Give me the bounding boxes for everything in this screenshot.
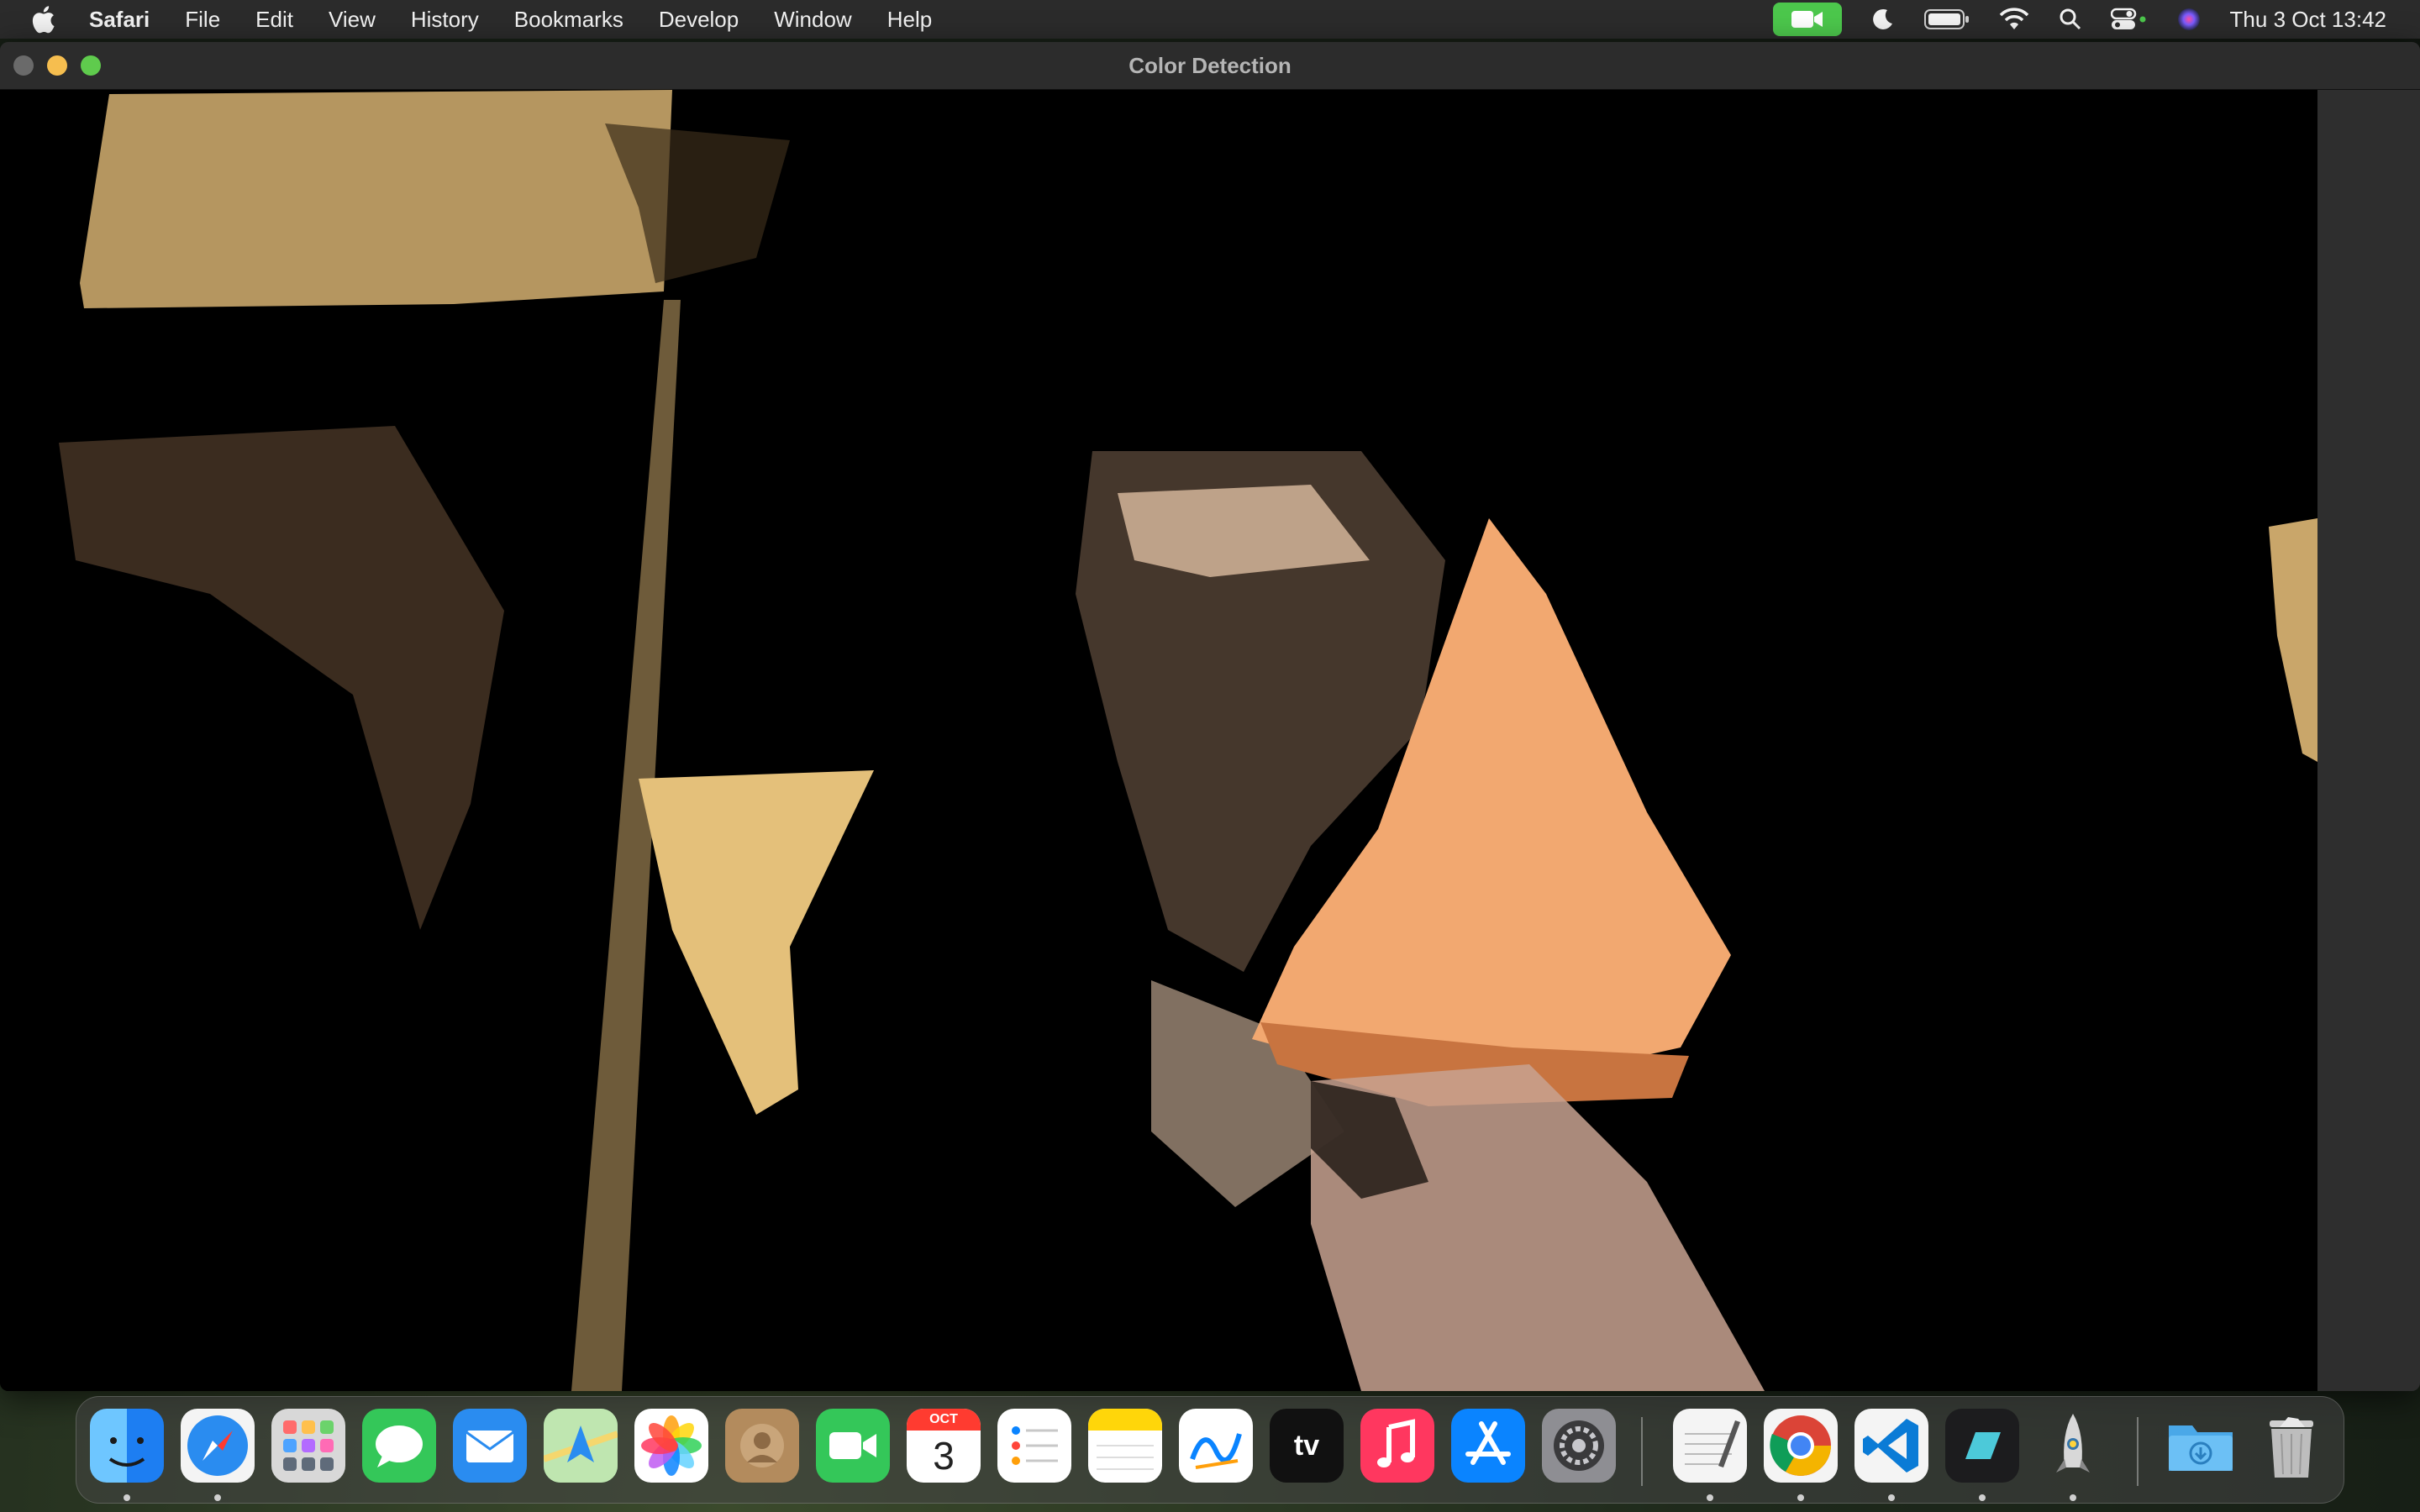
running-indicator bbox=[1797, 1494, 1804, 1501]
window-title: Color Detection bbox=[1128, 53, 1292, 78]
status-area: Thu 3 Oct 13:42 bbox=[1744, 0, 2386, 39]
settings-icon[interactable] bbox=[1542, 1409, 1616, 1483]
messages-icon[interactable] bbox=[362, 1409, 436, 1483]
reminders-icon[interactable] bbox=[997, 1409, 1071, 1483]
music-icon[interactable] bbox=[1360, 1409, 1434, 1483]
apple-logo-icon[interactable] bbox=[30, 5, 55, 34]
freeform-icon[interactable] bbox=[1179, 1409, 1253, 1483]
dock-separator bbox=[1641, 1417, 1643, 1486]
notes-icon[interactable] bbox=[1088, 1409, 1162, 1483]
menu-file[interactable]: File bbox=[185, 7, 220, 33]
downloads-folder-icon[interactable] bbox=[2164, 1409, 2238, 1483]
finder-icon[interactable] bbox=[90, 1409, 164, 1483]
mail-icon[interactable] bbox=[453, 1409, 527, 1483]
photos-icon[interactable] bbox=[634, 1409, 708, 1483]
calendar-icon[interactable]: OCT 3 bbox=[907, 1409, 981, 1483]
textedit-icon[interactable] bbox=[1673, 1409, 1747, 1483]
running-indicator bbox=[1707, 1494, 1713, 1501]
running-indicator bbox=[1979, 1494, 1986, 1501]
appletv-label: tv bbox=[1293, 1429, 1320, 1462]
appstore-icon[interactable] bbox=[1451, 1409, 1525, 1483]
menu-edit[interactable]: Edit bbox=[255, 7, 293, 33]
window-side-margin bbox=[2317, 90, 2420, 1391]
wifi-icon[interactable] bbox=[1998, 8, 2030, 31]
calendar-day-label: 3 bbox=[933, 1434, 955, 1478]
siri-icon[interactable] bbox=[2176, 7, 2202, 32]
menu-history[interactable]: History bbox=[411, 7, 479, 33]
launchpad-icon[interactable] bbox=[271, 1409, 345, 1483]
running-indicator bbox=[1888, 1494, 1895, 1501]
running-indicator bbox=[214, 1494, 221, 1501]
calendar-month-label: OCT bbox=[907, 1409, 981, 1431]
maps-icon[interactable] bbox=[544, 1409, 618, 1483]
color-mask-image bbox=[0, 90, 2317, 1391]
running-indicator bbox=[2070, 1494, 2076, 1501]
safari-icon[interactable] bbox=[181, 1409, 255, 1483]
menu-develop[interactable]: Develop bbox=[659, 7, 739, 33]
camera-active-icon[interactable] bbox=[1772, 3, 1842, 36]
menu-help[interactable]: Help bbox=[887, 7, 932, 33]
vscode-icon[interactable] bbox=[1854, 1409, 1928, 1483]
menu-bar: Safari File Edit View History Bookmarks … bbox=[0, 0, 2420, 39]
dock: OCT 3 tv bbox=[76, 1396, 2344, 1504]
contacts-icon[interactable] bbox=[725, 1409, 799, 1483]
focus-moon-icon[interactable] bbox=[1870, 7, 1896, 32]
dark-app-icon[interactable] bbox=[1945, 1409, 2019, 1483]
window-titlebar[interactable]: Color Detection bbox=[0, 42, 2420, 90]
facetime-icon[interactable] bbox=[816, 1409, 890, 1483]
trash-icon[interactable] bbox=[2254, 1409, 2328, 1483]
python-rocket-icon[interactable] bbox=[2036, 1409, 2110, 1483]
menu-bookmarks[interactable]: Bookmarks bbox=[514, 7, 623, 33]
color-detection-window: Color Detection bbox=[0, 42, 2420, 1391]
chrome-icon[interactable] bbox=[1764, 1409, 1838, 1483]
running-indicator bbox=[124, 1494, 130, 1501]
video-feed bbox=[0, 90, 2317, 1391]
menu-clock[interactable]: Thu 3 Oct 13:42 bbox=[2230, 7, 2386, 33]
dock-separator bbox=[2137, 1417, 2139, 1486]
control-center-icon[interactable] bbox=[2110, 8, 2148, 31]
menu-view[interactable]: View bbox=[329, 7, 376, 33]
battery-icon[interactable] bbox=[1923, 8, 1970, 30]
menu-app-name[interactable]: Safari bbox=[89, 7, 150, 33]
menu-window[interactable]: Window bbox=[774, 7, 851, 33]
spotlight-search-icon[interactable] bbox=[2059, 8, 2082, 31]
appletv-icon[interactable]: tv bbox=[1270, 1409, 1344, 1483]
